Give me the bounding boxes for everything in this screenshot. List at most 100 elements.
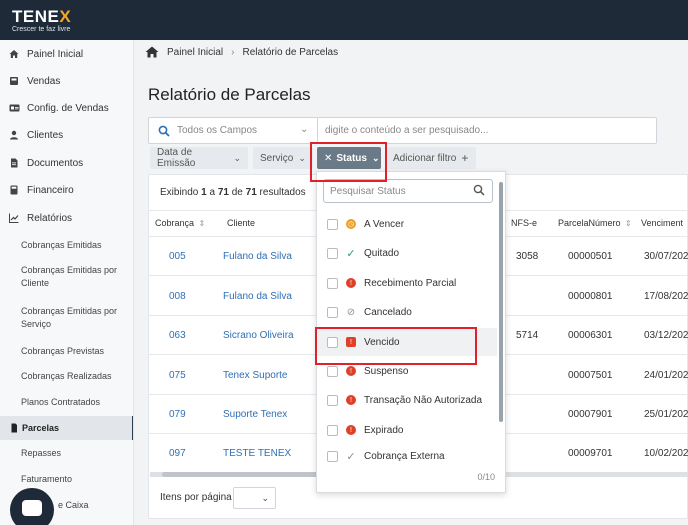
- sidebar-item-label: Relatórios: [27, 212, 73, 224]
- cell-vencimento: 17/08/202: [644, 291, 688, 302]
- status-option-label: Suspenso: [364, 365, 409, 377]
- status-option-quitado[interactable]: ✓ Quitado: [317, 239, 497, 267]
- cell-cobranca[interactable]: 079: [169, 409, 186, 420]
- check-icon: ✓: [346, 247, 356, 260]
- checkbox[interactable]: [327, 450, 338, 462]
- highlight-box-status-filter: [310, 142, 387, 182]
- calculator-icon: [9, 185, 19, 195]
- cell-parcela: 00006301: [568, 330, 613, 341]
- sidebar-item-financeiro[interactable]: Financeiro: [0, 182, 133, 198]
- status-option-cancelado[interactable]: ⊘ Cancelado: [317, 298, 497, 326]
- sidebar-subitem-caixa[interactable]: e Caixa: [58, 499, 133, 512]
- sidebar-subitem-repasses[interactable]: Repasses: [21, 447, 129, 460]
- sidebar-item-label: Documentos: [27, 157, 84, 169]
- breadcrumb: Painel Inicial › Relatório de Parcelas: [145, 46, 338, 58]
- status-option-label: Cancelado: [364, 306, 412, 318]
- sidebar-subitem-planos-contratados[interactable]: Planos Contratados: [21, 396, 129, 409]
- checkbox[interactable]: [327, 306, 338, 318]
- cell-vencimento: 24/01/202: [644, 370, 688, 381]
- cell-cliente[interactable]: Sicrano Oliveira: [223, 330, 294, 341]
- sidebar-subitem-cobrancas-emitidas-cliente[interactable]: Cobranças Emitidas por Cliente: [21, 264, 129, 290]
- cell-cliente[interactable]: Fulano da Silva: [223, 251, 292, 262]
- chat-button[interactable]: [10, 488, 54, 525]
- sidebar-item-label: Config. de Vendas: [27, 102, 109, 114]
- status-search-input[interactable]: Pesquisar Status: [323, 179, 493, 203]
- status-option-clip: ✓ Cobrança Externa: [317, 442, 497, 464]
- sidebar-item-documentos[interactable]: Documentos: [0, 155, 133, 171]
- cell-cliente[interactable]: TESTE TENEX: [223, 448, 291, 459]
- column-header-vencimento[interactable]: Venciment: [641, 218, 683, 228]
- sidebar-subitem-cobrancas-previstas[interactable]: Cobranças Previstas: [21, 345, 129, 358]
- cell-cobranca[interactable]: 063: [169, 330, 186, 341]
- cell-vencimento: 10/02/202: [644, 448, 688, 459]
- cell-parcela: 00009701: [568, 448, 613, 459]
- column-header-nfse[interactable]: NFS-e: [511, 218, 537, 228]
- column-header-cliente[interactable]: Cliente: [227, 218, 255, 228]
- sidebar-item-relatorios[interactable]: Relatórios: [0, 210, 133, 226]
- highlight-box-vencido: [315, 327, 477, 365]
- cell-cliente[interactable]: Fulano da Silva: [223, 291, 292, 302]
- sidebar-item-vendas[interactable]: Vendas: [0, 73, 133, 89]
- add-filter-button[interactable]: Adicionar filtro +: [386, 147, 476, 169]
- sidebar-item-config-vendas[interactable]: Config. de Vendas: [0, 100, 133, 116]
- checkbox[interactable]: [327, 218, 338, 230]
- status-option-label: A Vencer: [364, 218, 405, 230]
- sidebar-subitem-cobrancas-emitidas-servico[interactable]: Cobranças Emitidas por Serviço: [21, 305, 129, 331]
- sidebar-item-clientes[interactable]: Clientes: [0, 127, 133, 143]
- sidebar: Painel Inicial Vendas Config. de Vendas …: [0, 40, 134, 525]
- logo-tagline: Crescer te faz livre: [12, 26, 71, 33]
- home-icon: [9, 49, 19, 59]
- checkbox[interactable]: [327, 394, 338, 406]
- sidebar-item-label: Parcelas: [22, 423, 60, 433]
- chevron-down-icon[interactable]: ⌄: [300, 124, 308, 135]
- cell-cobranca[interactable]: 005: [169, 251, 186, 262]
- dropdown-scrollbar[interactable]: [499, 182, 503, 422]
- status-option-expirado[interactable]: ! Expirado: [317, 416, 497, 444]
- filter-data-emissao[interactable]: Data de Emissão ⌄: [150, 147, 248, 169]
- column-header-cobranca[interactable]: Cobrança ⇕: [155, 218, 205, 228]
- logo-x: X: [59, 7, 72, 26]
- checkbox[interactable]: [327, 277, 338, 289]
- search-field-select[interactable]: Todos os Campos: [177, 125, 257, 136]
- sort-icon: ⇕: [198, 219, 206, 228]
- cell-cliente[interactable]: Tenex Suporte: [223, 370, 288, 381]
- tenex-logo[interactable]: TENEX Crescer te faz livre: [12, 7, 71, 33]
- clock-icon: ◷: [346, 219, 356, 229]
- results-summary: Exibindo 1 a 71 de 71 resultados: [160, 187, 306, 198]
- home-icon[interactable]: [145, 46, 159, 58]
- results-suffix: resultados: [259, 187, 306, 198]
- status-option-transacao-nao-autorizada[interactable]: ! Transação Não Autorizada: [317, 386, 497, 414]
- sidebar-item-painel-inicial[interactable]: Painel Inicial: [0, 46, 133, 62]
- filter-label: Data de Emissão: [157, 147, 196, 169]
- breadcrumb-home[interactable]: Painel Inicial: [167, 47, 223, 58]
- sidebar-subitem-cobrancas-emitidas[interactable]: Cobranças Emitidas: [21, 239, 129, 252]
- column-header-parcela[interactable]: ParcelaNúmero ⇕: [558, 218, 632, 228]
- cell-cliente[interactable]: Suporte Tenex: [223, 409, 287, 420]
- search-input[interactable]: digite o conteúdo a ser pesquisado...: [325, 125, 488, 136]
- status-option-label: Recebimento Parcial: [364, 277, 457, 289]
- cell-cobranca[interactable]: 008: [169, 291, 186, 302]
- checkbox[interactable]: [327, 365, 338, 377]
- status-option-cobranca-externa[interactable]: ✓ Cobrança Externa: [317, 442, 497, 464]
- chevron-right-icon: ›: [231, 46, 235, 58]
- top-bar: TENEX Crescer te faz livre: [0, 0, 688, 40]
- sidebar-subitem-cobrancas-realizadas[interactable]: Cobranças Realizadas: [21, 370, 129, 383]
- sort-icon: ⇕: [625, 219, 632, 228]
- checkbox[interactable]: [327, 247, 338, 259]
- cell-cobranca[interactable]: 097: [169, 448, 186, 459]
- items-per-page-select[interactable]: ⌄: [233, 487, 276, 509]
- sidebar-item-label: Clientes: [27, 129, 64, 141]
- cell-cobranca[interactable]: 075: [169, 370, 186, 381]
- filter-servico[interactable]: Serviço ⌄: [253, 147, 313, 169]
- checkbox[interactable]: [327, 424, 338, 436]
- filter-label: Serviço: [260, 152, 294, 164]
- alert-icon: !: [346, 366, 356, 376]
- scrollbar-thumb[interactable]: [162, 472, 322, 477]
- sidebar-subitem-faturamento[interactable]: Faturamento: [21, 473, 129, 486]
- status-option-recebimento-parcial[interactable]: ! Recebimento Parcial: [317, 269, 497, 297]
- sidebar-subitem-parcelas[interactable]: Parcelas: [0, 416, 133, 440]
- chevron-down-icon: ⌄: [261, 493, 269, 503]
- cell-parcela: 00000501: [568, 251, 613, 262]
- id-card-icon: [9, 103, 20, 113]
- status-option-a-vencer[interactable]: ◷ A Vencer: [317, 210, 497, 238]
